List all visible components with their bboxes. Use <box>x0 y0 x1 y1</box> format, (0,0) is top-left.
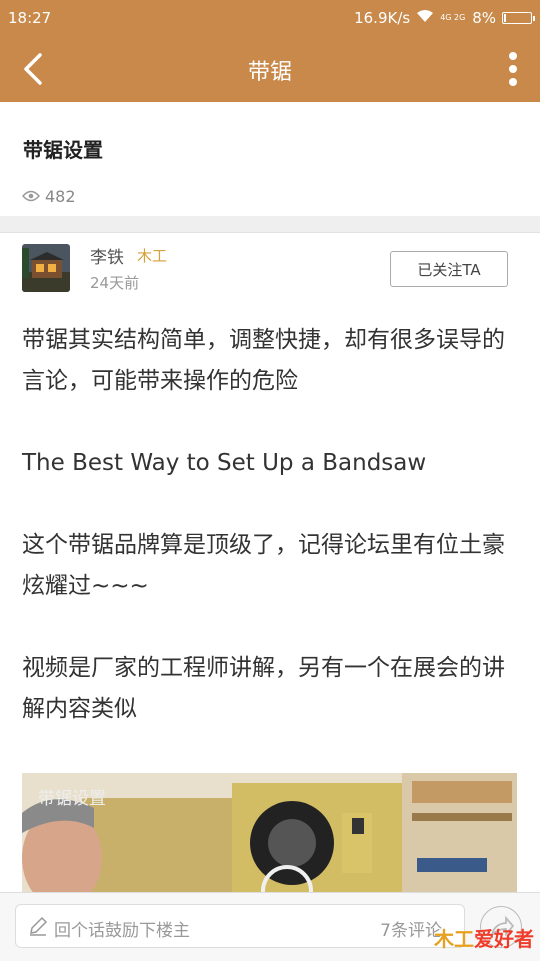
content-paragraph: The Best Way to Set Up a Bandsaw <box>22 450 427 476</box>
view-count: 482 <box>22 187 76 206</box>
signal-icon: 4G 2G <box>440 13 466 22</box>
battery-percent: 8% <box>472 9 496 27</box>
more-options-icon[interactable] <box>506 50 520 90</box>
follow-button[interactable]: 已关注TA <box>390 251 508 287</box>
content-paragraph: 视频是厂家的工程师讲解，另有一个在展会的讲解内容类似 <box>22 655 505 722</box>
eye-icon <box>22 187 40 206</box>
app-bar: 带锯 <box>0 36 540 102</box>
status-bar: 18:27 16.9K/s 4G 2G 8% <box>0 0 540 36</box>
status-right: 16.9K/s 4G 2G 8% <box>354 9 535 27</box>
post-date: 24天前 <box>90 274 140 292</box>
comment-count[interactable]: 7条评论 <box>380 916 442 941</box>
pencil-icon <box>28 916 48 940</box>
watermark-logo: 木工爱好者 <box>434 927 534 951</box>
page-title: 带锯 <box>247 60 292 85</box>
author-name[interactable]: 李铁 <box>90 243 124 268</box>
author-avatar[interactable] <box>22 244 70 292</box>
section-divider <box>0 216 540 233</box>
author-tag: 木工 <box>137 247 168 265</box>
comment-bar: 回个话鼓励下楼主 7条评论 木工爱好者 <box>0 892 540 961</box>
video-label: 带锯设置 <box>38 789 106 809</box>
battery-icon <box>502 12 535 24</box>
wifi-icon <box>416 9 434 27</box>
view-count-value: 482 <box>45 187 76 206</box>
post-title: 带锯设置 <box>23 138 103 162</box>
content-paragraph: 这个带锯品牌算是顶级了，记得论坛里有位土豪炫耀过~~~ <box>22 532 505 599</box>
battery-fill <box>504 14 506 22</box>
content-paragraph: 带锯其实结构简单，调整快捷，却有很多误导的言论，可能带来操作的危险 <box>22 327 505 394</box>
post-content: 带锯其实结构简单，调整快捷，却有很多误导的言论，可能带来操作的危险 The Be… <box>22 320 522 730</box>
net-speed: 16.9K/s <box>354 9 411 27</box>
comment-placeholder: 回个话鼓励下楼主 <box>54 921 190 941</box>
comment-input[interactable]: 回个话鼓励下楼主 7条评论 <box>15 904 465 948</box>
status-time: 18:27 <box>8 9 52 27</box>
video-thumbnail[interactable]: 带锯设置 <box>22 773 517 893</box>
